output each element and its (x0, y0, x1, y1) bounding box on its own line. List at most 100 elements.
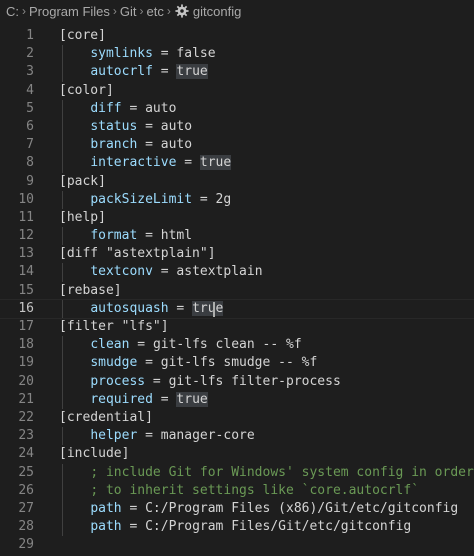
code-line[interactable]: 20 process = git-lfs filter-process (0, 372, 474, 391)
line-number: 6 (26, 118, 34, 134)
code-line[interactable]: 29 (0, 536, 474, 554)
code-line[interactable]: 12 format = html (0, 227, 474, 246)
config-key: clean (90, 337, 130, 353)
comment: ; include Git for Windows' system config… (90, 464, 474, 480)
code-line[interactable]: 2 symlinks = false (0, 45, 474, 64)
code-line[interactable]: 24 [include] (0, 445, 474, 463)
config-key: packSizeLimit (90, 191, 193, 207)
line-code: helper = manager-core (59, 427, 254, 445)
assign-operator: = (152, 64, 177, 80)
code-line[interactable]: 17 [filter "lfs"] (0, 318, 474, 336)
line-code: [diff "astextplain"] (59, 245, 216, 263)
assign-operator: = (121, 500, 146, 516)
code-editor[interactable]: 1 [core] 2 symlinks = false 3 autocrlf = tr… (0, 27, 474, 554)
line-number: 10 (18, 191, 34, 207)
config-key: diff (90, 100, 122, 116)
line-code: [core] (59, 27, 106, 45)
code-line[interactable]: 25 ; include Git for Windows' system con… (0, 463, 474, 482)
config-value: git-lfs smudge -- %f (160, 355, 318, 371)
line-number: 29 (18, 537, 34, 553)
code-line[interactable]: 1 [core] (0, 27, 474, 45)
assign-operator: = (137, 428, 161, 444)
breadcrumb-item-file[interactable]: gitconfig (193, 4, 241, 19)
line-code: ; include Git for Windows' system config… (59, 464, 474, 482)
code-line[interactable]: 4 [color] (0, 82, 474, 100)
line-code: branch = auto (59, 136, 192, 154)
code-line[interactable]: 9 [pack] (0, 173, 474, 191)
line-number: 28 (18, 519, 34, 535)
code-line[interactable]: 18 clean = git-lfs clean -- %f (0, 336, 474, 355)
gear-icon (175, 4, 189, 18)
code-line[interactable]: 14 textconv = astextplain (0, 263, 474, 282)
code-line[interactable]: 8 interactive = true (0, 154, 474, 173)
code-line[interactable]: 3 autocrlf = true (0, 63, 474, 82)
breadcrumb-item-program-files[interactable]: Program Files (29, 4, 110, 19)
line-code: required = true (59, 391, 208, 409)
chevron-right-icon: › (112, 4, 117, 18)
breadcrumb-item-etc[interactable]: etc (147, 4, 164, 19)
config-value: git-lfs filter-process (168, 373, 341, 389)
section-header: [color] (59, 82, 114, 98)
code-line[interactable]: 19 smudge = git-lfs smudge -- %f (0, 354, 474, 373)
code-line[interactable]: 27 path = C:/Program Files (x86)/Git/etc… (0, 499, 474, 519)
config-value: true (199, 155, 232, 171)
line-code: interactive = true (59, 154, 232, 172)
config-value: html (160, 228, 193, 244)
code-line[interactable]: 16 autosquash = true (0, 298, 474, 320)
config-value: auto (160, 137, 193, 153)
section-header: [rebase] (59, 282, 122, 298)
code-line[interactable]: 23 helper = manager-core (0, 427, 474, 446)
line-code: packSizeLimit = 2g (59, 191, 231, 209)
line-code: [pack] (59, 173, 106, 191)
assign-operator: = (152, 46, 177, 62)
line-number: 18 (18, 337, 34, 353)
code-line[interactable]: 22 [credential] (0, 409, 474, 427)
assign-operator: = (192, 191, 216, 207)
line-code: smudge = git-lfs smudge -- %f (59, 354, 317, 372)
config-value: auto (160, 118, 193, 134)
config-value: true (192, 300, 224, 316)
code-line[interactable]: 10 packSizeLimit = 2g (0, 190, 474, 209)
code-line[interactable]: 7 branch = auto (0, 136, 474, 155)
code-line[interactable]: 15 [rebase] (0, 282, 474, 300)
code-line[interactable]: 28 path = C:/Program Files/Git/etc/gitco… (0, 518, 474, 537)
code-line[interactable]: 26 ; to inherit settings like `core.auto… (0, 481, 474, 500)
line-number: 3 (26, 64, 34, 80)
line-number: 14 (18, 264, 34, 280)
config-key: path (90, 519, 122, 535)
code-line[interactable]: 13 [diff "astextplain"] (0, 245, 474, 263)
line-code: [include] (59, 445, 129, 463)
section-header: [help] (59, 209, 106, 225)
text-cursor (213, 301, 215, 317)
config-value: astextplain (176, 264, 263, 280)
line-code: [color] (59, 82, 114, 100)
line-number: 8 (26, 155, 34, 171)
section-header: [include] (59, 446, 130, 462)
breadcrumb-item-drive[interactable]: C: (6, 4, 19, 19)
line-number: 26 (18, 482, 34, 498)
code-line[interactable]: 11 [help] (0, 209, 474, 227)
code-line[interactable]: 6 status = auto (0, 117, 474, 137)
breadcrumb-item-git[interactable]: Git (120, 4, 137, 19)
config-key: path (90, 500, 122, 516)
line-number: 20 (18, 373, 34, 389)
config-value: auto (145, 100, 177, 116)
assign-operator: = (121, 100, 146, 116)
code-line[interactable]: 5 diff = auto (0, 99, 474, 118)
code-line[interactable]: 21 required = true (0, 390, 474, 409)
line-number: 11 (18, 209, 34, 225)
line-number: 22 (18, 409, 34, 425)
config-key: format (90, 228, 138, 244)
